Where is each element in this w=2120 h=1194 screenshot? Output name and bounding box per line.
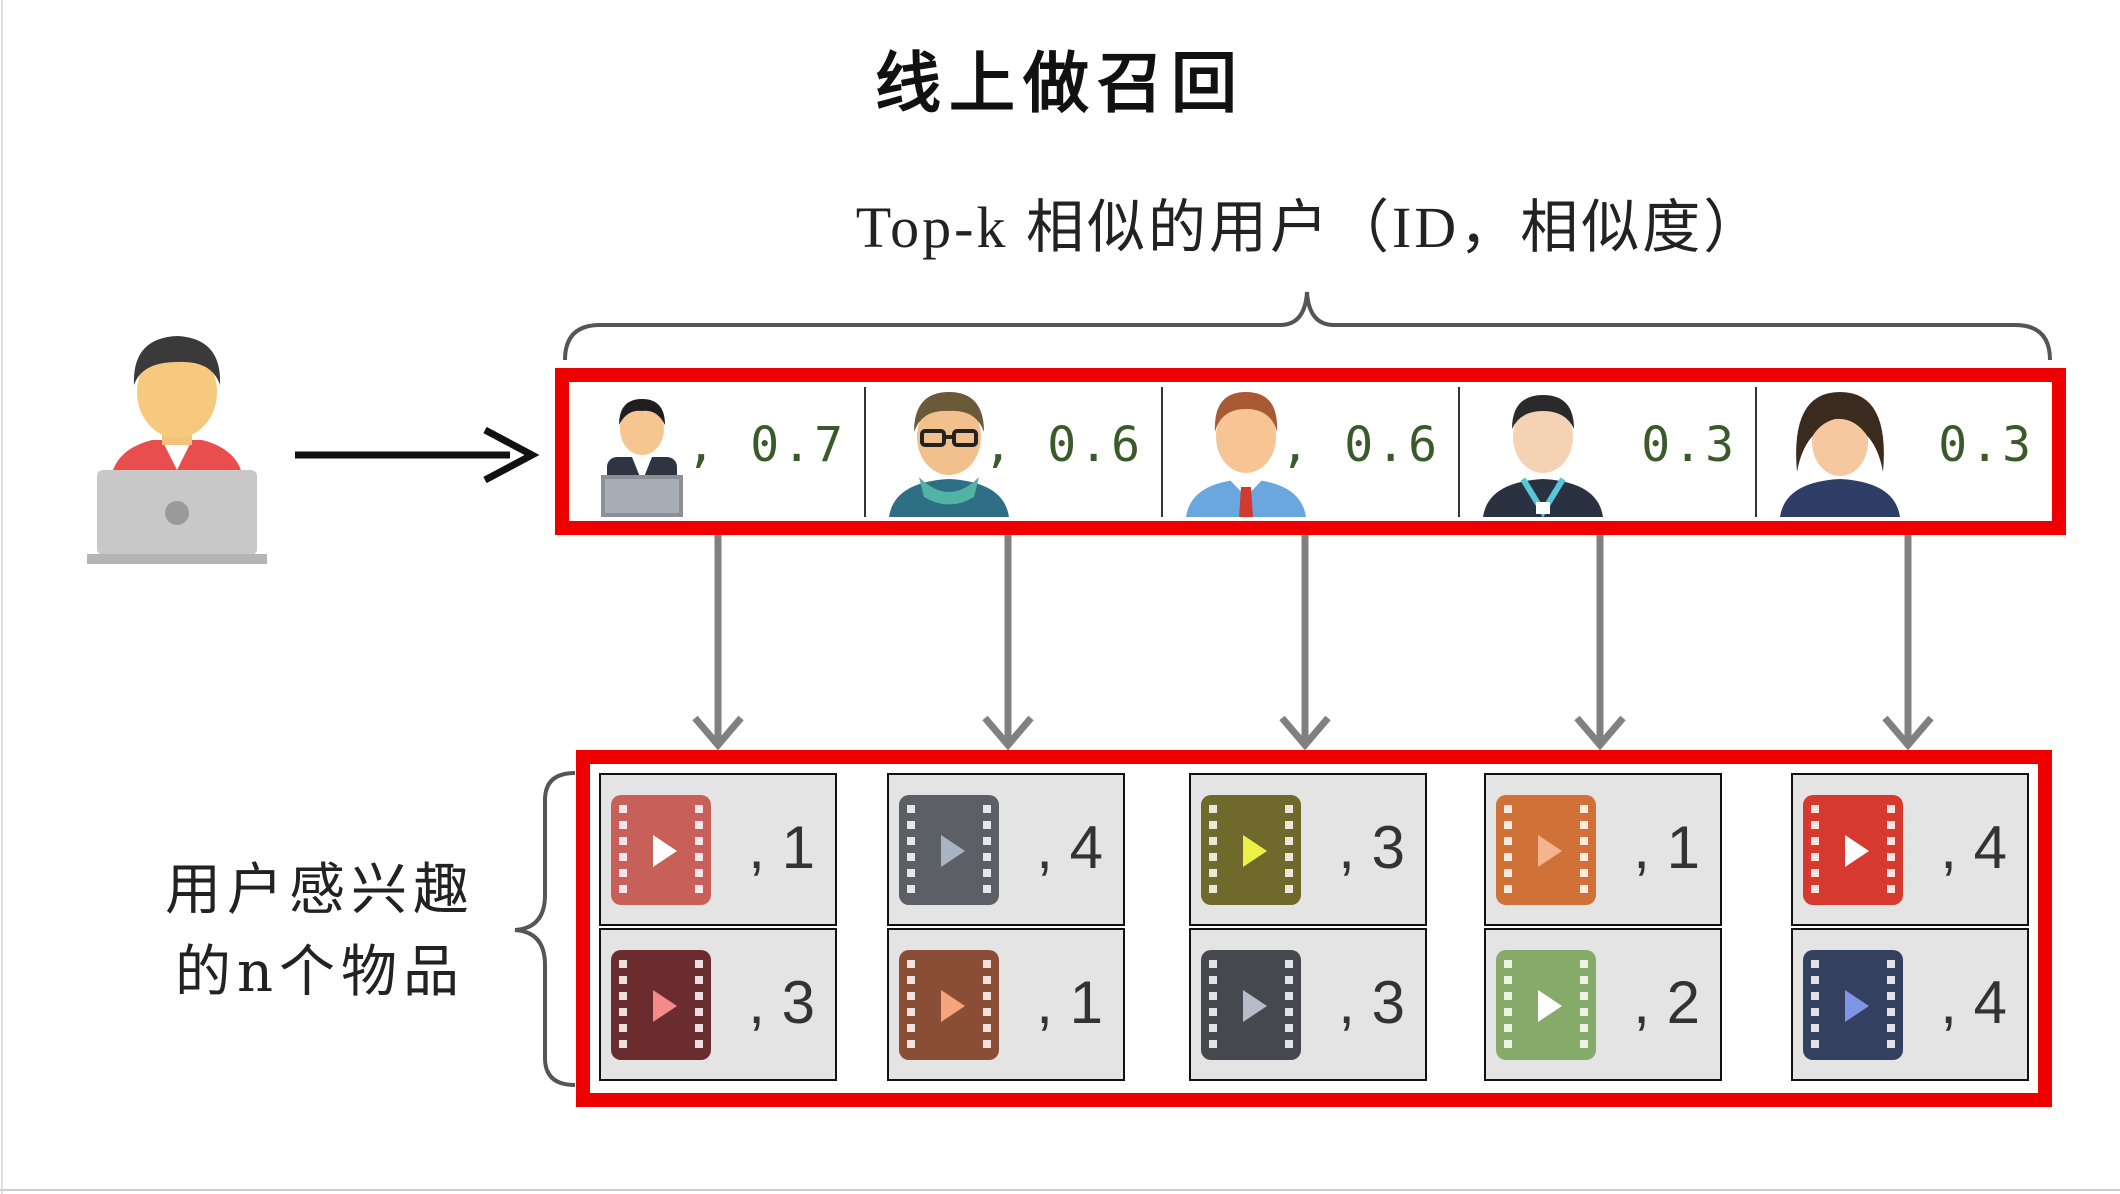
similar-user-cell: , 0.6: [1163, 387, 1460, 517]
similarity-score: , 0.6: [1280, 417, 1440, 473]
video-icon: [1201, 950, 1301, 1060]
woman-avatar: [1780, 392, 1900, 517]
item-cell: , 3: [1189, 773, 1427, 926]
item-count: , 4: [1036, 814, 1103, 881]
query-user-icon: [87, 336, 267, 564]
item-cell: , 3: [1189, 928, 1427, 1081]
similar-user-cell: , 0.6: [866, 387, 1163, 517]
man-lanyard-avatar: [1483, 395, 1603, 517]
item-cell: , 1: [599, 773, 837, 926]
video-icon: [899, 795, 999, 905]
item-count: , 2: [1633, 969, 1700, 1036]
similar-user-cell: 0.3: [1757, 387, 2052, 517]
video-icon: [1201, 795, 1301, 905]
interested-items-label-line1: 用户感兴趣: [165, 858, 475, 923]
interested-items-label-line2: 的n个物品: [174, 940, 466, 1005]
item-cell: , 1: [1484, 773, 1722, 926]
video-icon: [1496, 795, 1596, 905]
video-icon: [611, 950, 711, 1060]
slide: 线上做召回 Top-k 相似的用户（ID，相似度） , 0.7 , 0.6 , …: [0, 0, 2120, 1194]
video-icon: [899, 950, 999, 1060]
similarity-score: , 0.6: [983, 417, 1143, 473]
item-cell: , 1: [887, 928, 1125, 1081]
item-count: , 1: [1036, 969, 1103, 1036]
similarity-score: 0.3: [1938, 417, 2034, 473]
item-cell: , 2: [1484, 928, 1722, 1081]
item-count: , 3: [1338, 814, 1405, 881]
item-cell: , 4: [1791, 928, 2029, 1081]
item-count: , 4: [1940, 814, 2007, 881]
video-icon: [1803, 795, 1903, 905]
item-cell: , 4: [887, 773, 1125, 926]
query-arrow: [295, 426, 540, 484]
recall-arrows: [692, 535, 1934, 751]
item-count: , 3: [1338, 969, 1405, 1036]
item-count: , 4: [1940, 969, 2007, 1036]
similar-user-cell: 0.3: [1460, 387, 1757, 517]
item-count: , 1: [1633, 814, 1700, 881]
item-cell: , 4: [1791, 773, 2029, 926]
top-brace: [563, 291, 2052, 361]
video-icon: [1803, 950, 1903, 1060]
similar-user-cell: , 0.7: [569, 387, 866, 517]
item-count: , 3: [748, 969, 815, 1036]
interested-items-label: 用户感兴趣 的n个物品: [120, 850, 520, 1014]
item-cell: , 3: [599, 928, 837, 1081]
similarity-score: 0.3: [1641, 417, 1737, 473]
item-count: , 1: [748, 814, 815, 881]
video-icon: [1496, 950, 1596, 1060]
businessman-laptop-avatar: [601, 399, 683, 517]
video-icon: [611, 795, 711, 905]
similarity-score: , 0.7: [686, 417, 846, 473]
left-brace: [514, 771, 576, 1087]
